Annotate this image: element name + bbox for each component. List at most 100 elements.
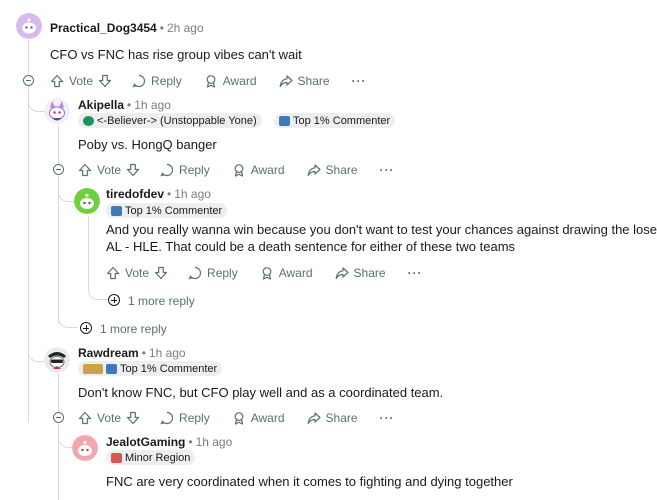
comment-author-line: Rawdream • 1h ago: [78, 346, 186, 360]
expand-replies-icon[interactable]: [108, 294, 120, 306]
comment-time[interactable]: 1h ago: [174, 187, 211, 201]
avatar[interactable]: [44, 347, 70, 373]
reply-icon: [160, 163, 174, 177]
thread-elbow-more-akipella: [58, 300, 78, 328]
separator-dot: •: [159, 21, 164, 35]
share-button[interactable]: Share: [335, 266, 386, 280]
share-button[interactable]: Share: [307, 163, 358, 177]
comment-time[interactable]: 2h ago: [167, 21, 204, 35]
award-label: Award: [250, 163, 285, 177]
comment-author-line: tiredofdev • 1h ago: [106, 187, 211, 201]
region-flag-icon: [111, 452, 122, 463]
reply-label: Reply: [207, 266, 238, 280]
top-commenter-icon: [279, 115, 290, 126]
downvote-icon[interactable]: [126, 163, 140, 177]
downvote-icon[interactable]: [98, 74, 112, 88]
award-label: Award: [278, 266, 313, 280]
author-name[interactable]: tiredofdev: [106, 187, 164, 201]
badge-text: Top 1% Commenter: [293, 114, 391, 127]
author-name[interactable]: Practical_Dog3454: [50, 21, 157, 35]
share-label: Share: [353, 266, 386, 280]
more-replies-link[interactable]: 1 more reply: [128, 294, 195, 308]
downvote-icon[interactable]: [126, 411, 140, 425]
vote-label: Vote: [125, 266, 150, 280]
share-icon: [307, 164, 321, 177]
author-name[interactable]: Rawdream: [78, 346, 139, 360]
separator-dot: •: [127, 98, 132, 112]
more-options-icon: ···: [379, 163, 395, 177]
top-commenter-badge: Top 1% Commenter: [106, 203, 228, 218]
vote-label: Vote: [97, 163, 122, 177]
comment-author-line: Practical_Dog3454 • 2h ago: [50, 21, 204, 35]
more-options-button[interactable]: ···: [380, 411, 395, 425]
collapse-thread-button[interactable]: [53, 412, 64, 423]
author-name[interactable]: Akipella: [78, 98, 124, 112]
collapse-thread-button[interactable]: [53, 164, 64, 175]
user-flair-text: <-Believer-> (Unstoppable Yone): [97, 114, 257, 127]
award-label: Award: [250, 411, 285, 425]
award-label: Award: [222, 74, 257, 88]
avatar[interactable]: [72, 435, 98, 461]
award-button[interactable]: Award: [232, 411, 285, 425]
comment-time[interactable]: 1h ago: [134, 98, 171, 112]
vote-control: Vote: [78, 411, 140, 425]
award-icon: [206, 75, 216, 88]
snoo-avatar-icon: [44, 98, 70, 124]
award-button[interactable]: Award: [260, 266, 313, 280]
thread-line-akipella: [58, 126, 59, 164]
author-name[interactable]: JealotGaming: [106, 435, 185, 449]
share-icon: [279, 75, 293, 88]
award-button[interactable]: Award: [232, 163, 285, 177]
award-icon: [262, 267, 272, 280]
badge-text: Top 1% Commenter: [125, 204, 223, 217]
vote-control: Vote: [78, 163, 140, 177]
downvote-icon[interactable]: [154, 266, 168, 280]
top-commenter-badge: Top 1% Commenter: [274, 113, 396, 128]
team-logo-icon: [83, 115, 94, 126]
award-icon: [234, 412, 244, 425]
share-button[interactable]: Share: [307, 411, 358, 425]
user-flair-text: Minor Region: [125, 451, 191, 464]
reply-icon: [160, 411, 174, 425]
collapse-thread-button[interactable]: [23, 75, 34, 86]
more-options-button[interactable]: ···: [408, 266, 423, 280]
more-options-button[interactable]: ···: [380, 163, 395, 177]
comment-time[interactable]: 1h ago: [149, 346, 186, 360]
award-button[interactable]: Award: [204, 74, 257, 88]
top-commenter-icon: [111, 205, 122, 216]
reply-button[interactable]: Reply: [132, 74, 182, 88]
comment-actions: Vote Reply Award Share ···: [106, 264, 423, 282]
reply-button[interactable]: Reply: [160, 163, 210, 177]
reply-icon: [188, 266, 202, 280]
comment-actions: Vote Reply Award Share ···: [78, 409, 395, 427]
more-options-button[interactable]: ···: [352, 74, 367, 88]
thread-line-tiredofdev: [88, 216, 89, 266]
top-commenter-icon: [106, 363, 117, 374]
user-flair: Minor Region: [106, 450, 196, 465]
separator-dot: •: [141, 346, 146, 360]
avatar[interactable]: [44, 98, 70, 124]
comment-time[interactable]: 1h ago: [196, 435, 233, 449]
upvote-icon[interactable]: [78, 411, 92, 425]
reply-button[interactable]: Reply: [160, 411, 210, 425]
comment-body: Poby vs. HongQ banger: [78, 137, 217, 152]
upvote-icon[interactable]: [78, 163, 92, 177]
thread-line-root-children: [28, 86, 29, 422]
share-label: Share: [325, 411, 358, 425]
avatar[interactable]: [16, 13, 42, 39]
share-icon: [335, 267, 349, 280]
expand-replies-icon[interactable]: [80, 322, 92, 334]
comment-author-line: JealotGaming • 1h ago: [106, 435, 232, 449]
snoo-avatar-icon: [16, 13, 42, 39]
share-button[interactable]: Share: [279, 74, 330, 88]
snoo-avatar-icon: [74, 188, 100, 214]
upvote-icon[interactable]: [50, 74, 64, 88]
avatar[interactable]: [74, 188, 100, 214]
reply-button[interactable]: Reply: [188, 266, 238, 280]
vote-label: Vote: [97, 411, 122, 425]
thread-line-rawdream: [58, 374, 59, 412]
upvote-icon[interactable]: [106, 266, 120, 280]
vote-control: Vote: [106, 266, 168, 280]
thread-line-root: [28, 40, 29, 74]
more-replies-link[interactable]: 1 more reply: [100, 322, 167, 336]
